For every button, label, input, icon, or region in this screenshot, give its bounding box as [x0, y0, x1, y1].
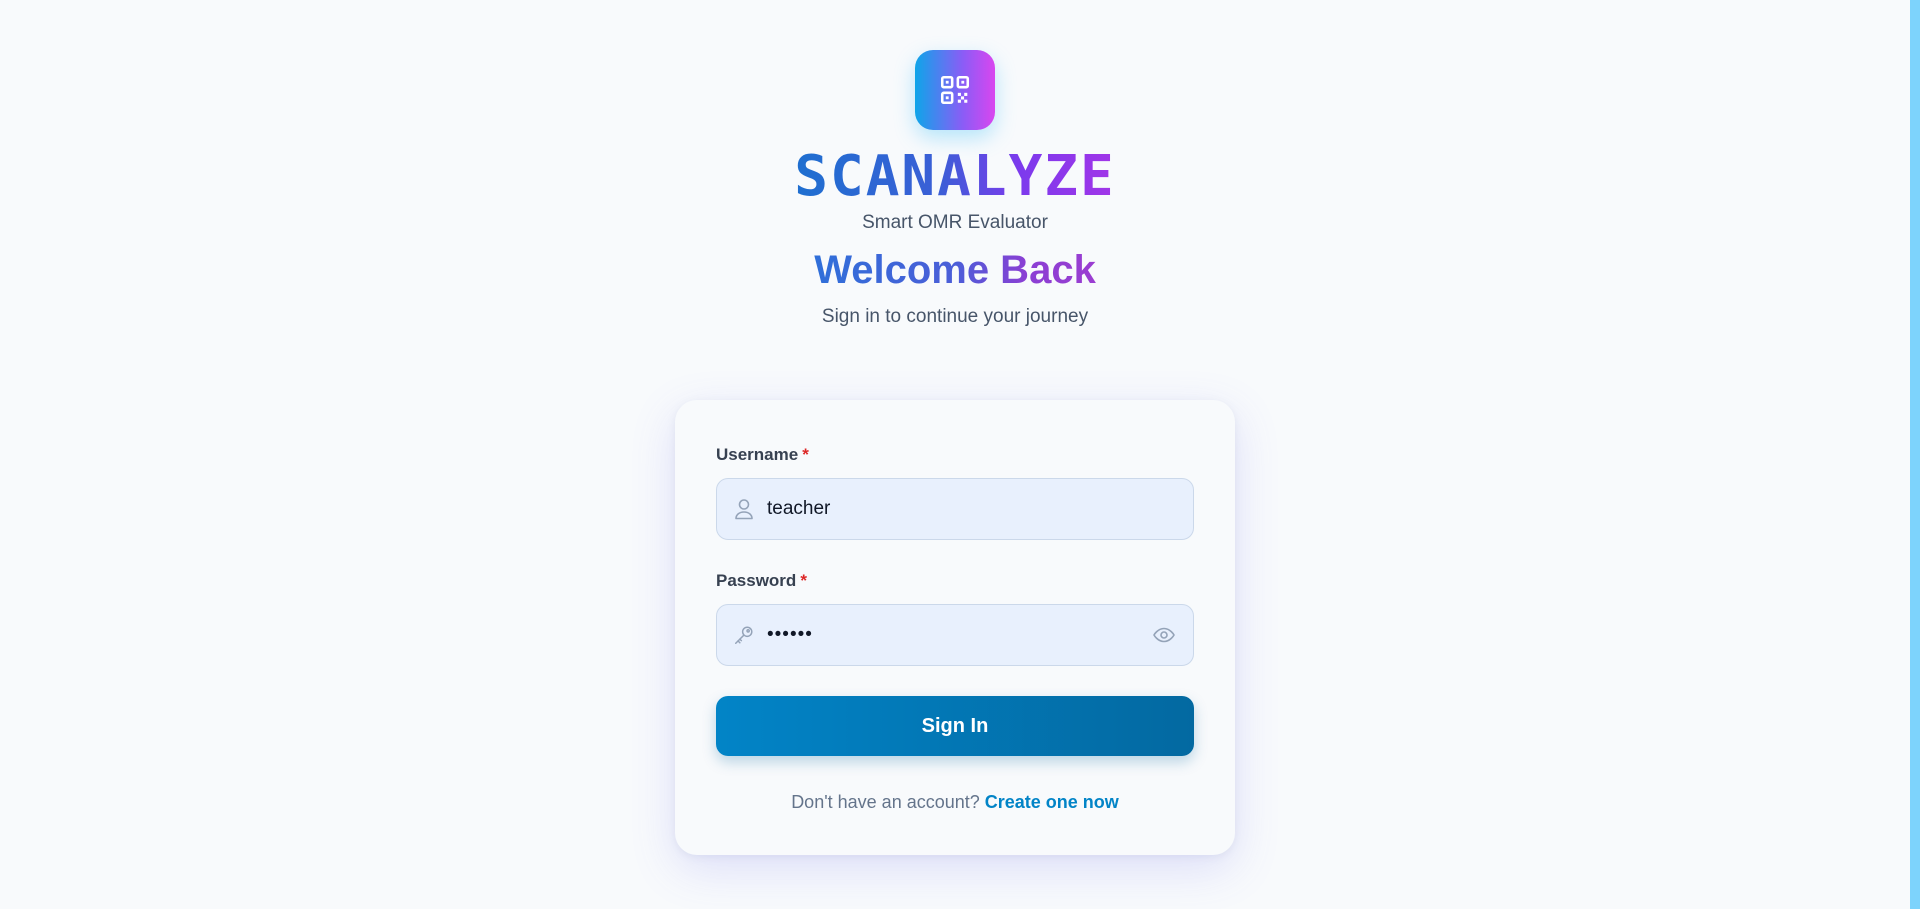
eye-icon[interactable]: [1151, 622, 1177, 648]
password-label-text: Password: [716, 571, 797, 590]
page-subtitle: Sign in to continue your journey: [821, 306, 1089, 327]
scrollbar-track[interactable]: [1910, 0, 1920, 909]
username-label-text: Username: [716, 445, 799, 464]
password-input[interactable]: [767, 624, 1151, 646]
page-title: Welcome Back: [814, 248, 1096, 292]
username-label: Username *: [716, 444, 1194, 466]
username-input[interactable]: [767, 498, 1177, 520]
qr-code-icon: [940, 75, 970, 105]
key-icon: [733, 624, 755, 646]
signup-prompt-text: Don't have an account?: [791, 792, 980, 812]
required-asterisk: *: [800, 571, 807, 590]
sign-in-button[interactable]: Sign In: [716, 696, 1194, 756]
field-spacer: [716, 540, 1194, 570]
username-field-wrapper: [716, 478, 1194, 540]
brand-header: SCANALYZE Smart OMR Evaluator Welcome Ba…: [0, 0, 1910, 328]
password-field-wrapper: [716, 604, 1194, 666]
create-account-link[interactable]: Create one now: [985, 792, 1119, 812]
login-card: Username* Password*: [675, 400, 1235, 855]
signup-prompt: Don't have an account? Create one now: [716, 792, 1194, 813]
user-icon: [733, 498, 755, 520]
brand-tagline: Smart OMR Evaluator: [862, 212, 1048, 233]
brand-name: SCANALYZE: [794, 144, 1116, 209]
app-logo: [915, 50, 995, 130]
required-asterisk: *: [802, 445, 809, 464]
password-label: Password *: [716, 570, 1194, 592]
